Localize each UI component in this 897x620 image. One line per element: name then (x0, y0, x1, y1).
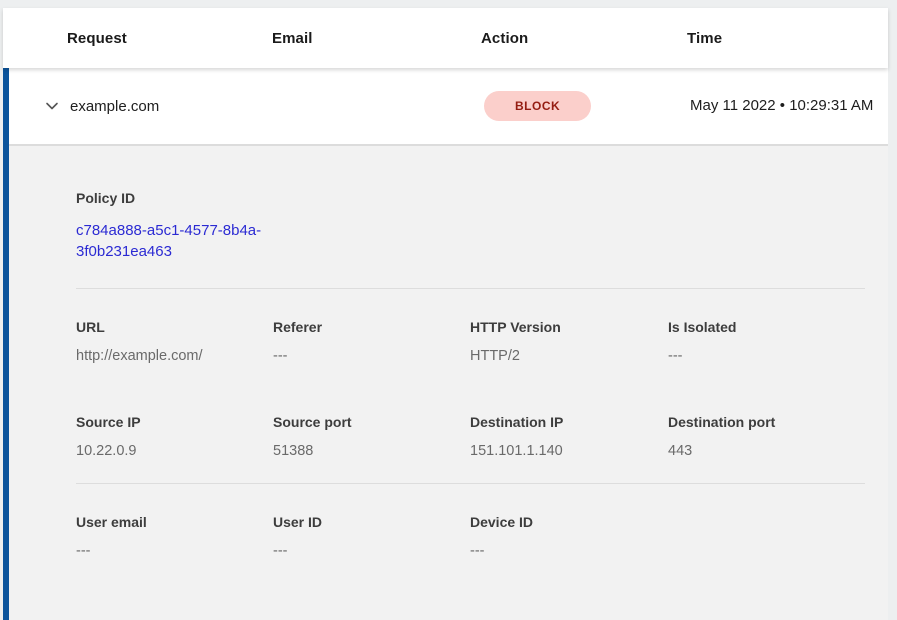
chevron-down-icon[interactable] (43, 97, 61, 115)
table-row[interactable]: example.com BLOCK May 11 2022 • 10:29:31… (9, 68, 888, 146)
field-value: HTTP/2 (470, 347, 668, 365)
column-header-time: Time (687, 30, 888, 47)
divider (76, 483, 865, 484)
field-label: Device ID (470, 513, 668, 531)
field-label: Destination port (668, 413, 865, 431)
field-is-isolated: Is Isolated --- (668, 318, 865, 365)
field-value: --- (273, 542, 470, 560)
field-label: HTTP Version (470, 318, 668, 336)
policy-id-field: Policy ID c784a888-a5c1-4577-8b4a-3f0b23… (76, 189, 865, 262)
field-device-id: Device ID --- (470, 513, 668, 560)
field-destination-port: Destination port 443 (668, 413, 865, 460)
field-url: URL http://example.com/ (76, 318, 273, 365)
field-value: 151.101.1.140 (470, 442, 668, 460)
field-label: User email (76, 513, 273, 531)
field-value: --- (76, 542, 273, 560)
field-http-version: HTTP Version HTTP/2 (470, 318, 668, 365)
time-cell: May 11 2022 • 10:29:31 AM (690, 82, 882, 129)
field-value: 443 (668, 442, 865, 460)
field-referer: Referer --- (273, 318, 470, 365)
column-header-email: Email (272, 30, 481, 47)
field-destination-ip: Destination IP 151.101.1.140 (470, 413, 668, 460)
field-source-ip: Source IP 10.22.0.9 (76, 413, 273, 460)
detail-fields-row-http: URL http://example.com/ Referer --- HTTP… (76, 318, 865, 365)
action-cell: BLOCK (484, 91, 690, 121)
field-label: Source IP (76, 413, 273, 431)
field-user-id: User ID --- (273, 513, 470, 560)
request-cell: example.com (70, 98, 275, 115)
detail-fields-row-user: User email --- User ID --- Device ID --- (76, 513, 865, 560)
logs-table-panel: Request Email Action Time example.com BL… (3, 8, 888, 620)
field-label: Destination IP (470, 413, 668, 431)
status-badge-block: BLOCK (484, 91, 591, 121)
divider (76, 288, 865, 289)
field-value: http://example.com/ (76, 347, 273, 365)
field-value: 10.22.0.9 (76, 442, 273, 460)
field-label: Source port (273, 413, 470, 431)
field-value: 51388 (273, 442, 470, 460)
field-value: --- (273, 347, 470, 365)
policy-id-label: Policy ID (76, 189, 865, 207)
field-label: User ID (273, 513, 470, 531)
expanded-row-group: example.com BLOCK May 11 2022 • 10:29:31… (3, 68, 888, 620)
field-source-port: Source port 51388 (273, 413, 470, 460)
field-spacer (668, 513, 865, 560)
table-header-row: Request Email Action Time (3, 8, 888, 68)
policy-id-link[interactable]: c784a888-a5c1-4577-8b4a-3f0b231ea463 (76, 220, 281, 262)
column-header-action: Action (481, 30, 687, 47)
detail-fields-row-network: Source IP 10.22.0.9 Source port 51388 De… (76, 413, 865, 460)
field-value: --- (668, 347, 865, 365)
field-value: --- (470, 542, 668, 560)
field-label: Is Isolated (668, 318, 865, 336)
field-user-email: User email --- (76, 513, 273, 560)
field-label: Referer (273, 318, 470, 336)
field-label: URL (76, 318, 273, 336)
column-header-request: Request (67, 30, 272, 47)
row-detail-panel: Policy ID c784a888-a5c1-4577-8b4a-3f0b23… (9, 146, 888, 620)
